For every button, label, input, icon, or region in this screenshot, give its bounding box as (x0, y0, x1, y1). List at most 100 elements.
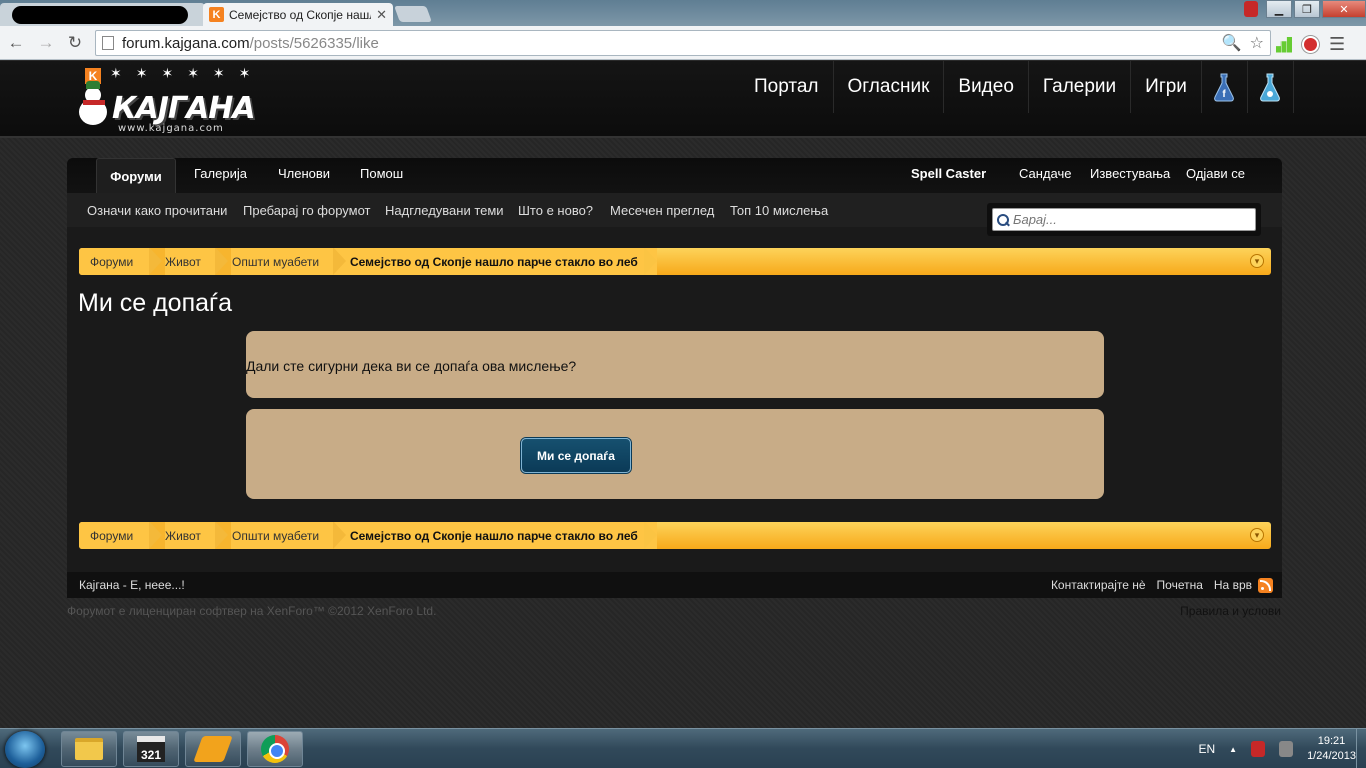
taskbar-winamp[interactable] (185, 731, 241, 767)
portal-nav-portal[interactable]: Портал (740, 61, 834, 113)
back-arrow-icon[interactable]: ← (6, 33, 26, 53)
show-desktop-button[interactable] (1356, 729, 1366, 768)
subnav-whats-new[interactable]: Што е ново? (518, 203, 593, 218)
breadcrumb-life[interactable]: Живот (165, 248, 201, 275)
folder-icon (75, 738, 103, 760)
start-button[interactable] (5, 731, 45, 768)
close-window-button[interactable]: ✕ (1322, 0, 1366, 18)
address-bar[interactable]: forum.kajgana.com/posts/5626335/like 🔍 ☆ (95, 30, 1271, 56)
browser-toolbar: ← → ↻ forum.kajgana.com/posts/5626335/li… (0, 26, 1366, 60)
twitter-flask-icon[interactable] (1248, 61, 1294, 113)
portal-nav-games[interactable]: Игри (1131, 61, 1202, 113)
language-indicator[interactable]: EN (1198, 742, 1215, 756)
subnav-monthly-review[interactable]: Месечен преглед (610, 203, 714, 218)
search-field[interactable] (992, 208, 1256, 231)
tab-help[interactable]: Помош (360, 166, 403, 181)
breadcrumb-current[interactable]: Семејство од Скопје нашло парче стакло в… (350, 522, 638, 549)
subnav-search-forum[interactable]: Пребарај го форумот (243, 203, 371, 218)
search-icon (997, 213, 1009, 226)
action-panel: Ми се допаѓа (246, 409, 1104, 499)
reload-icon[interactable]: ↻ (65, 33, 85, 53)
breadcrumb-separator (149, 522, 165, 549)
breadcrumb-forums[interactable]: Форуми (90, 248, 133, 275)
page-icon (102, 36, 114, 50)
clock[interactable]: 19:21 1/24/2013 (1307, 734, 1356, 764)
confirm-question: Дали сте сигурни дека ви се допаѓа ова м… (246, 358, 577, 374)
maximize-button[interactable]: ❐ (1294, 0, 1320, 18)
portal-nav: Портал Огласник Видео Галерии Игри f (740, 61, 1294, 113)
breadcrumb-separator (644, 248, 660, 275)
signal-bars-icon[interactable] (1276, 36, 1292, 53)
breadcrumb-life[interactable]: Живот (165, 522, 201, 549)
logout-link[interactable]: Одјави се (1186, 166, 1245, 181)
like-button[interactable]: Ми се допаѓа (521, 438, 631, 473)
tab-members[interactable]: Членови (278, 166, 330, 181)
portal-nav-classifieds[interactable]: Огласник (834, 61, 945, 113)
kajgana-logo[interactable]: K ✶✶✶✶✶✶ КАЈГАНА www.kajgana.com (68, 65, 268, 135)
breadcrumb: Форуми Живот Општи муабети Семејство од … (79, 248, 1271, 275)
breadcrumb-separator (333, 248, 349, 275)
browser-tab-active[interactable]: K Семејство од Скопје нашло парче стакло… (203, 3, 393, 26)
breadcrumb-current[interactable]: Семејство од Скопје нашло парче стакло в… (350, 248, 638, 275)
breadcrumb-general[interactable]: Општи муабети (232, 248, 319, 275)
breadcrumb-toggle-icon[interactable]: ▾ (1250, 528, 1264, 542)
logo-subtitle: www.kajgana.com (118, 123, 224, 134)
breadcrumb-separator (644, 522, 660, 549)
tab-title: Семејство од Скопје нашло парче стакло в… (229, 7, 371, 22)
media-player-icon: 321 (137, 736, 165, 762)
snowflake-stars-icon: ✶✶✶✶✶✶ (110, 65, 265, 81)
footer-home-link[interactable]: Почетна (1157, 578, 1203, 592)
forum-container: Форуми Галерија Членови Помош Spell Cast… (67, 158, 1282, 598)
bookmark-star-icon[interactable]: ☆ (1250, 33, 1264, 53)
terms-link[interactable]: Правила и услови (1180, 604, 1281, 618)
tab-gallery[interactable]: Галерија (194, 166, 247, 181)
tab-close-icon[interactable]: ✕ (376, 7, 387, 23)
subnav-top-10[interactable]: Топ 10 мислења (730, 203, 828, 218)
breadcrumb-separator (149, 248, 165, 275)
zoom-icon[interactable]: 🔍 (1222, 33, 1242, 53)
menu-wrench-icon[interactable]: ☰ (1329, 34, 1345, 55)
windows-taskbar: 321 EN ▲ 19:21 1/24/2013 (0, 728, 1366, 768)
inbox-link[interactable]: Сандаче (1019, 166, 1071, 181)
portal-nav-galleries[interactable]: Галерии (1029, 61, 1132, 113)
breadcrumb-forums[interactable]: Форуми (90, 522, 133, 549)
forward-arrow-icon[interactable]: → (36, 33, 56, 53)
chrome-icon (261, 735, 289, 763)
page-title: Ми се допаѓа (78, 289, 233, 317)
breadcrumb-separator (333, 522, 349, 549)
system-tray: EN ▲ 19:21 1/24/2013 (1198, 729, 1356, 768)
browser-tab-redacted[interactable] (0, 3, 205, 26)
footer-top-link[interactable]: На врв (1214, 578, 1252, 592)
portal-nav-video[interactable]: Видео (944, 61, 1029, 113)
network-tray-icon[interactable] (1279, 741, 1294, 757)
footer-contact-link[interactable]: Контактирајте нè (1051, 578, 1146, 592)
facebook-flask-icon[interactable]: f (1202, 61, 1248, 113)
shield-tray-icon[interactable] (1251, 741, 1266, 757)
breadcrumb-separator (215, 248, 231, 275)
breadcrumb-general[interactable]: Општи муабети (232, 522, 319, 549)
tray-expand-icon[interactable]: ▲ (1229, 745, 1237, 754)
taskbar-explorer[interactable] (61, 731, 117, 767)
subnav-watched-threads[interactable]: Надгледувани теми (385, 203, 504, 218)
user-name-link[interactable]: Spell Caster (911, 166, 986, 181)
adblock-stop-icon[interactable] (1302, 36, 1319, 53)
new-tab-button[interactable] (394, 6, 432, 22)
subnav-mark-read[interactable]: Означи како прочитани (87, 203, 227, 218)
forum-tabs: Форуми Галерија Членови Помош Spell Cast… (67, 158, 1282, 193)
search-input[interactable] (1013, 212, 1249, 227)
minimize-button[interactable]: ▁ (1266, 0, 1292, 18)
taskbar-media-player[interactable]: 321 (123, 731, 179, 767)
taskbar-chrome[interactable] (247, 731, 303, 767)
redaction-blot (12, 6, 188, 24)
window-controls: ▁ ❐ ✕ (1244, 0, 1366, 18)
breadcrumb-toggle-icon[interactable]: ▾ (1250, 254, 1264, 268)
rss-icon[interactable] (1258, 578, 1273, 593)
footer-style-link[interactable]: Кајгана - Е, нееe...! (79, 578, 185, 592)
browser-tab-bar: K Семејство од Скопје нашло парче стакло… (0, 0, 1366, 26)
snowman-icon (76, 81, 110, 127)
web-page: K ✶✶✶✶✶✶ КАЈГАНА www.kajgana.com Портал … (0, 61, 1366, 728)
alerts-link[interactable]: Известувања (1090, 166, 1170, 181)
extension-badge-icon[interactable] (1244, 1, 1258, 17)
url-host: forum.kajgana.com (122, 34, 250, 52)
tab-forums[interactable]: Форуми (96, 158, 176, 193)
